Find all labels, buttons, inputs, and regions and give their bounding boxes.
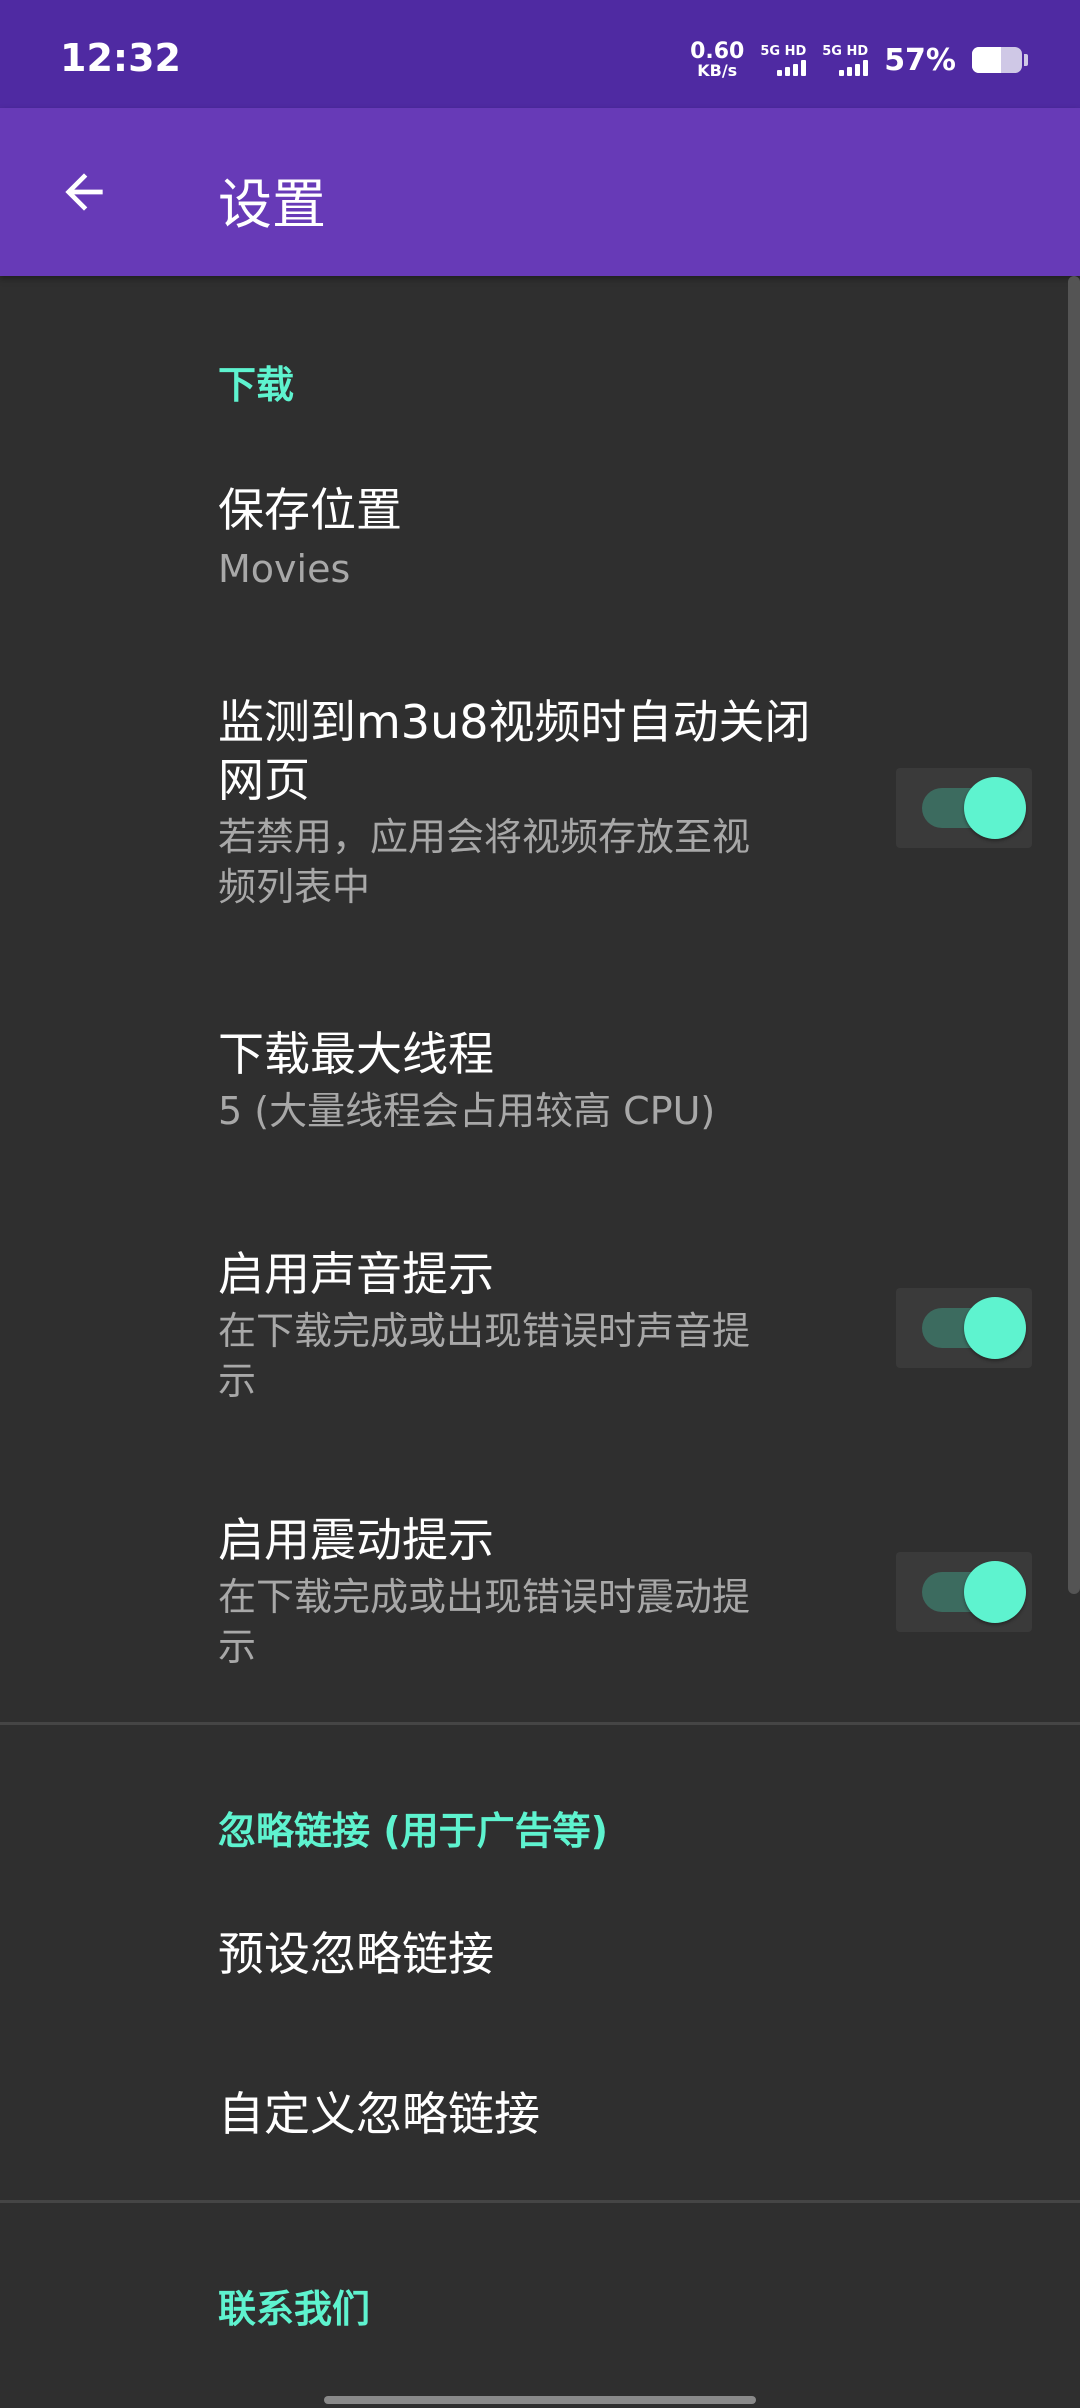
status-time: 12:32 [60,36,181,80]
sound-alert-switch[interactable] [896,1288,1032,1368]
pref-title-line2: 网页 [218,753,310,807]
pref-summary-line1: 在下载完成或出现错误时声音提 [218,1309,751,1353]
pref-title: 启用震动提示 [218,1513,494,1567]
pref-summary: 5 (大量线程会占用较高 CPU) [218,1089,716,1133]
network-speed-unit: KB/s [697,61,738,80]
battery-icon [972,47,1022,73]
app-bar: 设置 [0,108,1080,276]
pref-title: 保存位置 [218,483,402,537]
section-header-ignore-links: 忽略链接 (用于广告等) [218,1809,608,1853]
pref-summary-line2: 示 [218,1359,257,1403]
battery-tip [1024,54,1028,66]
sim1-signal: 5G HD [760,43,807,76]
pref-title-line1: 监测到m3u8视频时自动关闭 [218,695,811,749]
status-bar: 12:32 0.60 KB/s 5G HD 5G HD 57% [0,0,1080,108]
pref-custom-ignore-links[interactable]: 自定义忽略链接 [0,2060,1064,2180]
pref-save-location[interactable]: 保存位置 Movies [0,464,1064,624]
network-speed-value: 0.60 [690,39,745,64]
battery-fill [972,47,1001,73]
gesture-nav-handle[interactable] [324,2396,756,2404]
pref-summary-line2: 频列表中 [218,865,371,909]
pref-max-threads[interactable]: 下载最大线程 5 (大量线程会占用较高 CPU) [0,1020,1064,1170]
signal-bars-icon [777,59,807,76]
pref-preset-ignore-links[interactable]: 预设忽略链接 [0,1900,1064,2020]
section-header-download: 下载 [218,363,295,407]
page-title: 设置 [218,173,326,236]
switch-thumb [964,777,1026,839]
auto-close-switch[interactable] [896,768,1032,848]
pref-summary: Movies [218,547,351,591]
pref-summary-line1: 若禁用，应用会将视频存放至视 [218,815,751,859]
arrow-left-icon [65,173,103,211]
status-icons: 0.60 KB/s 5G HD 5G HD 57% [690,38,1028,82]
pref-auto-close-page[interactable]: 监测到m3u8视频时自动关闭 网页 若禁用，应用会将视频存放至视 频列表中 [0,688,1064,928]
pref-summary-line2: 示 [218,1625,257,1669]
signal-bars-icon [839,59,869,76]
switch-thumb [964,1561,1026,1623]
switch-thumb [964,1297,1026,1359]
back-button[interactable] [44,152,124,232]
network-speed: 0.60 KB/s [690,41,744,79]
pref-vibrate-alert[interactable]: 启用震动提示 在下载完成或出现错误时震动提 示 [0,1506,1064,1686]
vibrate-alert-switch[interactable] [896,1552,1032,1632]
sim1-label: 5G HD [760,43,807,59]
pref-title: 自定义忽略链接 [218,2087,540,2141]
scrollbar[interactable] [1068,276,1080,1594]
sim2-label: 5G HD [822,43,869,59]
section-header-contact: 联系我们 [218,2287,371,2331]
pref-title: 下载最大线程 [218,1027,494,1081]
section-divider [0,1722,1080,1725]
pref-summary-line1: 在下载完成或出现错误时震动提 [218,1575,751,1619]
battery-percentage: 57% [884,42,956,78]
pref-title: 预设忽略链接 [218,1927,494,1981]
section-divider [0,2200,1080,2203]
pref-title: 启用声音提示 [218,1247,494,1301]
sim2-signal: 5G HD [822,43,869,76]
pref-sound-alert[interactable]: 启用声音提示 在下载完成或出现错误时声音提 示 [0,1240,1064,1420]
